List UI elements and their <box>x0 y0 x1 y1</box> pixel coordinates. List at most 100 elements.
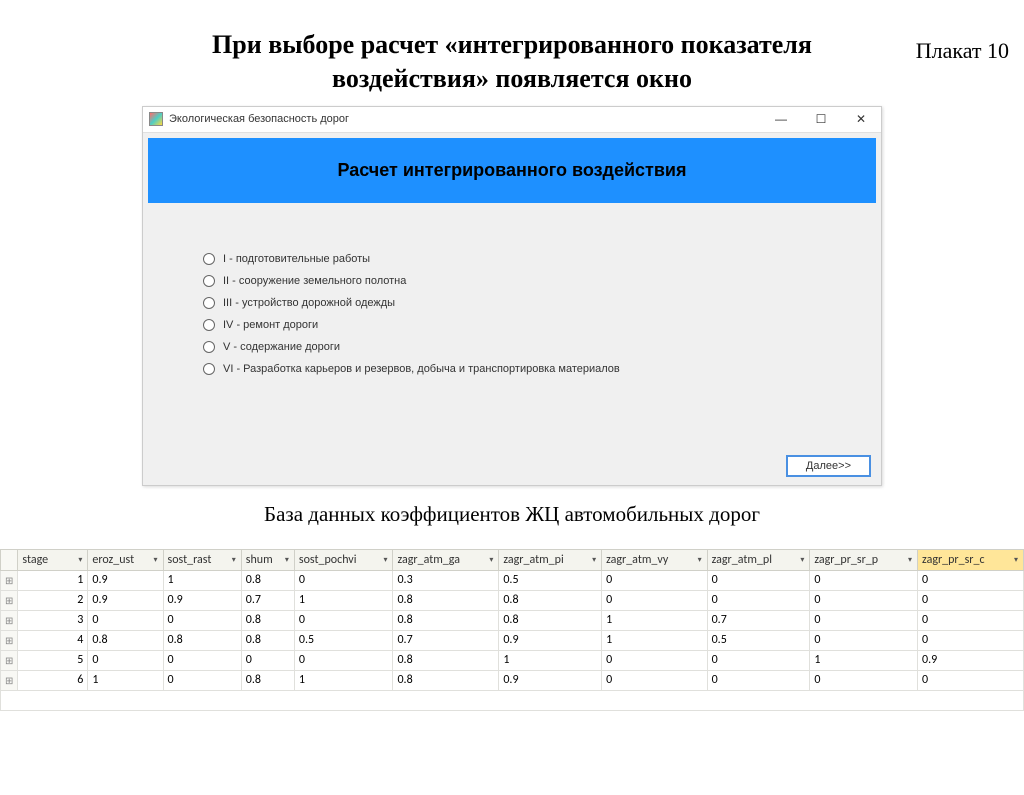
cell: 0.8 <box>241 570 294 590</box>
window-controls: — ☐ ✕ <box>761 106 881 132</box>
filter-dropdown-icon[interactable]: ▾ <box>589 555 599 565</box>
radio-icon <box>203 253 215 265</box>
window-title: Экологическая безопасность дорог <box>169 113 761 125</box>
window-bottom-bar: Далее>> <box>143 415 881 485</box>
selection-highlight <box>1 690 1024 710</box>
col-zagr-atm-ga[interactable]: zagr_atm_ga ▾ <box>393 549 499 570</box>
next-button[interactable]: Далее>> <box>786 455 871 477</box>
cell: 0 <box>294 650 393 670</box>
cell: 0.7 <box>707 610 810 630</box>
cell: 0 <box>918 570 1024 590</box>
cell: 1 <box>810 650 918 670</box>
radio-option-5[interactable]: V - содержание дороги <box>203 341 841 353</box>
col-zagr-atm-pl[interactable]: zagr_atm_pl ▾ <box>707 549 810 570</box>
cell-stage: 2 <box>18 590 88 610</box>
radio-option-1[interactable]: I - подготовительные работы <box>203 253 841 265</box>
col-sost-pochvi[interactable]: sost_pochvi▾ <box>294 549 393 570</box>
cell: 0 <box>918 630 1024 650</box>
radio-icon <box>203 297 215 309</box>
cell: 0.5 <box>499 570 602 590</box>
expand-header <box>1 549 18 570</box>
cell: 0 <box>294 610 393 630</box>
radio-icon <box>203 275 215 287</box>
cell: 0 <box>810 570 918 590</box>
col-zagr-atm-vy[interactable]: zagr_atm_vy ▾ <box>602 549 708 570</box>
cell: 0.8 <box>499 610 602 630</box>
radio-group: I - подготовительные работы II - сооруже… <box>143 203 881 415</box>
cell: 0 <box>163 670 241 690</box>
page-title: При выборе расчет «интегрированного пока… <box>0 28 1024 96</box>
col-label: shum <box>246 553 273 567</box>
radio-label: II - сооружение земельного полотна <box>223 275 406 287</box>
cell: 0.8 <box>499 590 602 610</box>
filter-dropdown-icon[interactable]: ▾ <box>282 555 292 565</box>
col-zagr-pr-sr-c[interactable]: zagr_pr_sr_c ▾ <box>918 549 1024 570</box>
filter-dropdown-icon[interactable]: ▾ <box>229 555 239 565</box>
cell: 0 <box>602 570 708 590</box>
table-row: ⊞ 5 0 0 0 0 0.8 1 0 0 1 0.9 <box>1 650 1024 670</box>
col-label: zagr_atm_vy <box>606 553 668 567</box>
radio-icon <box>203 363 215 375</box>
filter-dropdown-icon[interactable]: ▾ <box>151 555 161 565</box>
cell: 0 <box>88 650 163 670</box>
filter-dropdown-icon[interactable]: ▾ <box>1011 555 1021 565</box>
expand-toggle[interactable]: ⊞ <box>1 650 18 670</box>
filter-dropdown-icon[interactable]: ▾ <box>797 555 807 565</box>
col-zagr-pr-sr-p[interactable]: zagr_pr_sr_p▾ <box>810 549 918 570</box>
table-body: ⊞ 1 0.9 1 0.8 0 0.3 0.5 0 0 0 0 ⊞ 2 0.9 … <box>1 570 1024 710</box>
expand-toggle[interactable]: ⊞ <box>1 670 18 690</box>
cell: 0 <box>294 570 393 590</box>
cell: 0 <box>810 590 918 610</box>
cell: 0.8 <box>393 670 499 690</box>
maximize-button[interactable]: ☐ <box>801 106 841 132</box>
col-sost-rast[interactable]: sost_rast ▾ <box>163 549 241 570</box>
data-table: stage▾ eroz_ust ▾ sost_rast ▾ shum ▾ sost_p… <box>0 549 1024 711</box>
table-selection-row <box>1 690 1024 710</box>
cell: 0 <box>707 650 810 670</box>
expand-toggle[interactable]: ⊞ <box>1 590 18 610</box>
cell: 0.9 <box>918 650 1024 670</box>
radio-option-6[interactable]: VI - Разработка карьеров и резервов, доб… <box>203 363 841 375</box>
cell: 0 <box>602 670 708 690</box>
col-label: zagr_atm_pl <box>712 553 772 567</box>
col-zagr-atm-pi[interactable]: zagr_atm_pi ▾ <box>499 549 602 570</box>
col-label: zagr_atm_ga <box>397 553 460 567</box>
radio-option-3[interactable]: III - устройство дорожной одежды <box>203 297 841 309</box>
filter-dropdown-icon[interactable]: ▾ <box>905 555 915 565</box>
title-line2: воздействия» появляется окно <box>332 64 692 93</box>
cell-stage: 3 <box>18 610 88 630</box>
filter-dropdown-icon[interactable]: ▾ <box>695 555 705 565</box>
cell: 1 <box>88 670 163 690</box>
cell: 0.8 <box>393 650 499 670</box>
cell: 0 <box>602 590 708 610</box>
filter-dropdown-icon[interactable]: ▾ <box>486 555 496 565</box>
expand-toggle[interactable]: ⊞ <box>1 630 18 650</box>
cell: 1 <box>163 570 241 590</box>
radio-option-4[interactable]: IV - ремонт дороги <box>203 319 841 331</box>
cell: 0 <box>707 590 810 610</box>
cell-stage: 1 <box>18 570 88 590</box>
col-label: zagr_atm_pi <box>503 553 563 567</box>
table-row: ⊞ 1 0.9 1 0.8 0 0.3 0.5 0 0 0 0 <box>1 570 1024 590</box>
table-row: ⊞ 4 0.8 0.8 0.8 0.5 0.7 0.9 1 0.5 0 0 <box>1 630 1024 650</box>
radio-icon <box>203 319 215 331</box>
cell: 0.9 <box>163 590 241 610</box>
col-eroz-ust[interactable]: eroz_ust ▾ <box>88 549 163 570</box>
col-label: sost_rast <box>168 553 212 567</box>
cell: 0 <box>810 630 918 650</box>
window-titlebar: Экологическая безопасность дорог — ☐ ✕ <box>143 107 881 133</box>
filter-dropdown-icon[interactable]: ▾ <box>380 555 390 565</box>
col-label: zagr_pr_sr_c <box>922 553 985 567</box>
filter-dropdown-icon[interactable]: ▾ <box>75 555 85 565</box>
close-button[interactable]: ✕ <box>841 106 881 132</box>
col-shum[interactable]: shum ▾ <box>241 549 294 570</box>
radio-icon <box>203 341 215 353</box>
expand-toggle[interactable]: ⊞ <box>1 570 18 590</box>
title-line1: При выборе расчет «интегрированного пока… <box>212 30 812 59</box>
radio-option-2[interactable]: II - сооружение земельного полотна <box>203 275 841 287</box>
expand-toggle[interactable]: ⊞ <box>1 610 18 630</box>
poster-label: Плакат 10 <box>916 38 1009 64</box>
col-label: eroz_ust <box>92 553 134 567</box>
minimize-button[interactable]: — <box>761 106 801 132</box>
col-stage[interactable]: stage▾ <box>18 549 88 570</box>
